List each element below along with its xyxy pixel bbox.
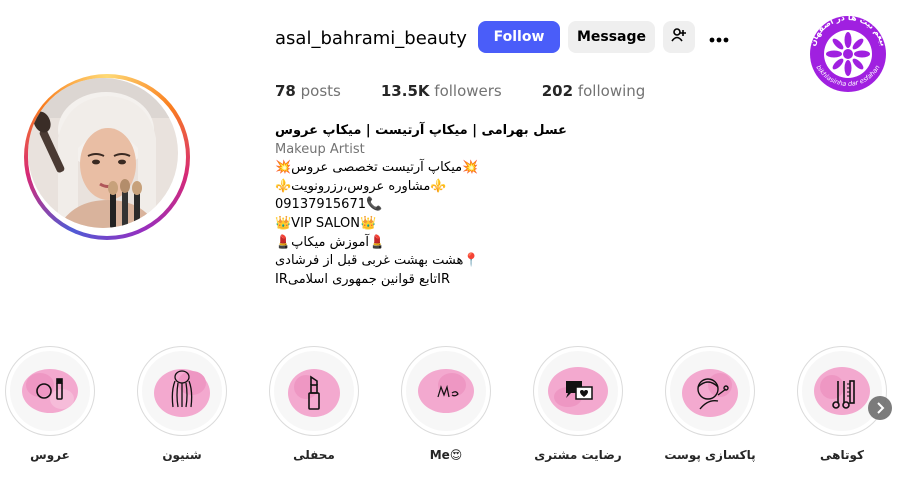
- highlight-label: Me😍: [429, 448, 463, 462]
- badge-logo: بیغم نیت ها در اصفهان bikhlasinha dar es…: [800, 4, 896, 100]
- highlight-item[interactable]: پاکسازی پوست: [663, 346, 757, 462]
- follow-button[interactable]: Follow: [478, 21, 560, 53]
- profile-avatar[interactable]: [24, 74, 190, 240]
- profile-stats: 78 posts 13.5K followers 202 following: [275, 82, 685, 100]
- highlights-next-button[interactable]: [868, 396, 892, 420]
- suggest-similar-button[interactable]: [663, 21, 695, 53]
- highlight-item[interactable]: عروس: [3, 346, 97, 462]
- bio-address: 📍هشت بهشت غربی قبل از فرشادی: [275, 253, 480, 269]
- highlight-item[interactable]: شنیون: [135, 346, 229, 462]
- highlight-item[interactable]: Me😍: [399, 346, 493, 462]
- following-count: 202: [541, 82, 574, 100]
- bio-phone: 09137915671📞: [275, 197, 383, 213]
- bio-line: 👑VIP SALON👑: [275, 215, 377, 231]
- message-button[interactable]: Message: [568, 21, 655, 53]
- followers-label: followers: [434, 82, 502, 100]
- highlight-label: شنیون: [162, 448, 202, 462]
- highlight-label: محفلی: [293, 448, 335, 462]
- highlight-item[interactable]: رضایت مشتری: [531, 346, 625, 462]
- posts-stat: 78 posts: [275, 82, 341, 100]
- highlight-label: رضایت مشتری: [534, 448, 622, 462]
- more-options-button[interactable]: [706, 26, 732, 48]
- bio-line: ⚜️مشاوره عروس،رزرونویت⚜️: [275, 178, 447, 194]
- highlight-item[interactable]: محفلی: [267, 346, 361, 462]
- followers-count: 13.5K: [380, 82, 430, 100]
- bio-line: IRتابع قوانین جمهوری اسلامیIR: [275, 271, 451, 287]
- profile-category: Makeup Artist: [275, 141, 365, 157]
- more-dots-icon: [709, 28, 729, 47]
- chevron-right-icon: [875, 399, 885, 418]
- posts-count: 78: [275, 82, 296, 100]
- add-person-icon: [671, 27, 687, 47]
- highlight-label: عروس: [30, 448, 70, 462]
- following-stat[interactable]: 202 following: [542, 82, 646, 100]
- followers-stat[interactable]: 13.5K followers: [381, 82, 502, 100]
- highlight-label: پاکسازی پوست: [664, 448, 756, 462]
- avatar-photo: [28, 78, 178, 228]
- bio-line: 💥میکاپ آرتیست تخصصی عروس💥: [275, 160, 479, 176]
- highlight-label: کوتاهی: [820, 448, 864, 462]
- profile-bio: عسل بهرامی | میکاپ آرتیست | میکاپ عروس M…: [275, 122, 605, 289]
- profile-full-name: عسل بهرامی | میکاپ آرتیست | میکاپ عروس: [275, 123, 567, 138]
- bio-line: 💄آموزش میکاپ💄: [275, 234, 386, 250]
- profile-username: asal_bahrami_beauty: [275, 28, 467, 49]
- following-label: following: [577, 82, 646, 100]
- posts-label: posts: [300, 82, 341, 100]
